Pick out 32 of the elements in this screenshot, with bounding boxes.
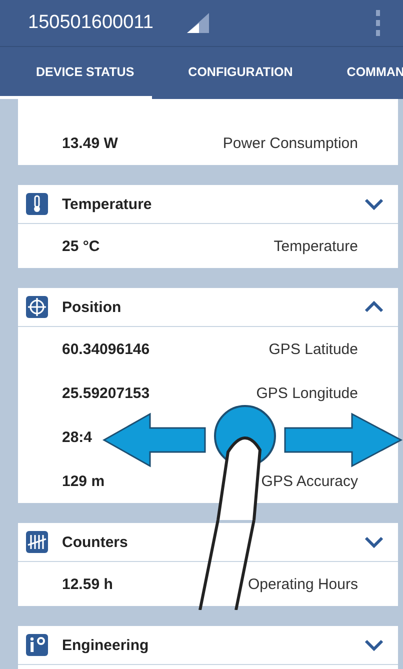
crosshair-icon <box>26 296 48 318</box>
field-label: Operating Hours <box>248 576 358 592</box>
tab[interactable]: CONFIGURATION <box>152 47 311 99</box>
value-text: 28:4 <box>62 428 92 446</box>
section-header[interactable]: Counters <box>18 523 398 562</box>
field-label: GPS Accuracy <box>261 472 358 490</box>
chevron-icon[interactable] <box>364 198 384 210</box>
section-title: Counters <box>62 534 128 550</box>
value-text: 60.34096146 <box>62 340 150 358</box>
tally-marks-icon <box>26 531 48 553</box>
thermometer-icon <box>26 193 48 215</box>
value-text: 12.59 h <box>62 576 113 592</box>
chevron-icon[interactable] <box>364 639 384 651</box>
chevron-icon[interactable] <box>364 301 384 313</box>
value-text: 25.59207153 <box>62 384 150 402</box>
more-menu-icon[interactable] <box>375 10 381 36</box>
value-text: 13.49 W <box>62 134 118 152</box>
section-header[interactable]: Engineering <box>18 626 398 665</box>
section-header[interactable]: Temperature <box>18 185 398 224</box>
value-text: 25 °C <box>62 238 100 254</box>
field-label: GPS Latitude <box>268 340 358 358</box>
chevron-icon[interactable] <box>364 536 384 548</box>
signal-icon <box>187 13 210 33</box>
section-title: Engineering <box>62 636 149 654</box>
value-text: 129 m <box>62 472 105 490</box>
field-label: Power Consumption <box>222 134 358 152</box>
field-label: Temperature <box>274 238 358 254</box>
device-id-title: 150501600011 <box>28 12 154 34</box>
field-label: GPS Longitude <box>256 384 358 402</box>
section-title: Position <box>62 298 122 316</box>
section-title: Temperature <box>62 196 152 212</box>
section-header[interactable]: Position <box>18 288 398 327</box>
